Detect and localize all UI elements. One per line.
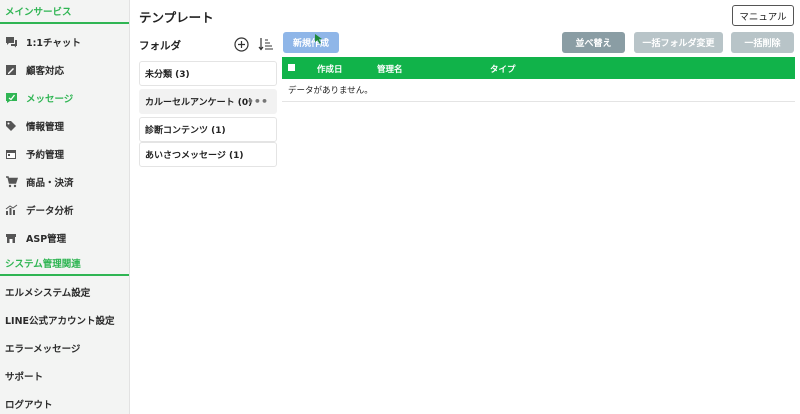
chart-icon — [4, 203, 18, 217]
chat-icon — [4, 35, 18, 49]
folder-item-label: カルーセルアンケート (0) — [145, 98, 253, 108]
sidebar-item-label: 予約管理 — [26, 150, 65, 161]
sidebar-item-label: 商品・決済 — [26, 178, 74, 189]
sidebar-item-message[interactable]: メッセージ — [0, 84, 129, 112]
sidebar-item-products[interactable]: 商品・決済 — [0, 168, 129, 196]
sidebar-item-info[interactable]: 情報管理 — [0, 112, 129, 140]
folder-item-diagnosis[interactable]: 診断コンテンツ (1) — [139, 117, 277, 142]
sidebar: メインサービス 1:1チャット 顧客対応 メッセージ 情報管理 予約管理 商品・ — [0, 0, 130, 414]
page-title: テンプレート — [139, 10, 214, 25]
sort-button[interactable]: 並べ替え — [562, 32, 625, 53]
folder-more-icon[interactable]: ••• — [247, 95, 268, 108]
folder-item-greeting[interactable]: あいさつメッセージ (1) — [139, 142, 277, 167]
folder-item-label: 診断コンテンツ (1) — [145, 126, 226, 136]
sidebar-item-label: ASP管理 — [26, 234, 67, 245]
sort-folders-button[interactable] — [258, 36, 274, 52]
manual-button[interactable]: マニュアル — [732, 5, 794, 26]
add-folder-button[interactable] — [234, 37, 249, 52]
plus-circle-icon — [234, 37, 249, 52]
folder-item-uncategorized[interactable]: 未分類 (3) — [139, 61, 277, 86]
sidebar-item-label: 情報管理 — [26, 122, 65, 133]
sidebar-item-reservation[interactable]: 予約管理 — [0, 140, 129, 168]
new-template-button[interactable]: 新規作成 — [283, 32, 339, 53]
folder-heading: フォルダ — [139, 40, 181, 52]
folder-item-label: 未分類 (3) — [145, 70, 190, 80]
edit-square-icon — [4, 63, 18, 77]
sidebar-section-system: システム管理関連 — [0, 252, 129, 276]
table-header: 作成日 管理名 タイプ — [282, 57, 795, 79]
select-all-checkbox[interactable] — [288, 64, 295, 71]
sidebar-section-main: メインサービス — [0, 0, 129, 24]
sidebar-item-chat[interactable]: 1:1チャット — [0, 28, 129, 56]
sidebar-item-analytics[interactable]: データ分析 — [0, 196, 129, 224]
cart-icon — [4, 175, 18, 189]
folder-item-label: あいさつメッセージ (1) — [145, 151, 244, 161]
sidebar-item-label: 1:1チャット — [26, 38, 81, 49]
folder-item-carousel-survey[interactable]: カルーセルアンケート (0) ••• — [139, 89, 277, 114]
sidebar-item-customer[interactable]: 顧客対応 — [0, 56, 129, 84]
bulk-delete-button[interactable]: 一括削除 — [731, 32, 794, 53]
bulk-folder-change-button[interactable]: 一括フォルダ変更 — [634, 32, 723, 53]
empty-table-message: データがありません。 — [282, 79, 795, 102]
tag-icon — [4, 119, 18, 133]
sidebar-item-line-settings[interactable]: LINE公式アカウント設定 — [0, 306, 129, 334]
sidebar-item-label: データ分析 — [26, 206, 74, 217]
column-created-date[interactable]: 作成日 — [317, 63, 343, 75]
mouse-cursor-icon — [314, 33, 323, 44]
sidebar-item-logout[interactable]: ログアウト — [0, 390, 129, 414]
calendar-icon — [4, 147, 18, 161]
sidebar-item-label: メッセージ — [26, 94, 74, 105]
sidebar-item-asp[interactable]: ASP管理 — [0, 224, 129, 252]
store-icon — [4, 231, 18, 245]
sidebar-item-error-messages[interactable]: エラーメッセージ — [0, 334, 129, 362]
message-icon — [4, 91, 18, 105]
column-type[interactable]: タイプ — [490, 63, 516, 75]
sidebar-item-system-settings[interactable]: エルメシステム設定 — [0, 278, 129, 306]
sidebar-item-support[interactable]: サポート — [0, 362, 129, 390]
column-manage-name[interactable]: 管理名 — [377, 63, 403, 75]
sort-icon — [258, 38, 273, 51]
sidebar-item-label: 顧客対応 — [26, 66, 65, 77]
